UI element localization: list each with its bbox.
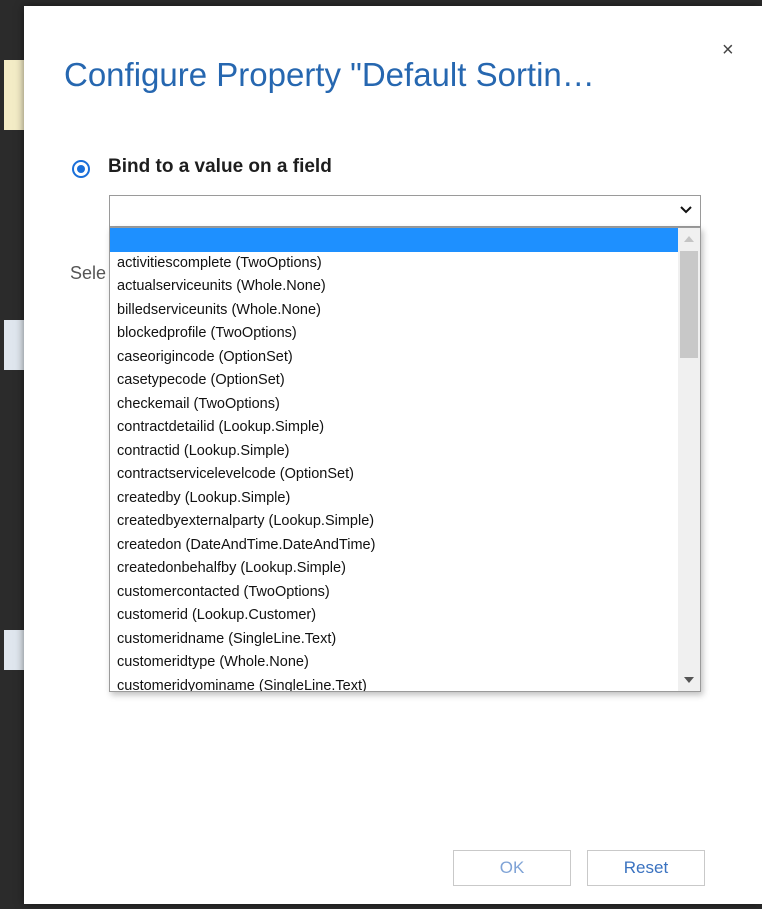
scrollbar-thumb[interactable]	[680, 251, 698, 358]
bind-field-radio[interactable]	[72, 160, 90, 178]
dropdown-option[interactable]: createdonbehalfby (Lookup.Simple)	[110, 557, 678, 581]
dropdown-option[interactable]: activitiescomplete (TwoOptions)	[110, 252, 678, 276]
chevron-down-icon[interactable]	[678, 201, 694, 217]
dropdown-scrollbar[interactable]	[678, 228, 700, 691]
dropdown-option[interactable]: customercontacted (TwoOptions)	[110, 581, 678, 605]
dropdown-option[interactable]: createdbyexternalparty (Lookup.Simple)	[110, 510, 678, 534]
dropdown-option[interactable]: customerid (Lookup.Customer)	[110, 604, 678, 628]
option-list: activitiescomplete (TwoOptions) actualser…	[110, 228, 678, 692]
scroll-up-arrow-icon[interactable]	[684, 236, 694, 242]
field-dropdown-list[interactable]: activitiescomplete (TwoOptions) actualser…	[109, 227, 701, 692]
close-icon[interactable]: ×	[722, 40, 734, 60]
dropdown-option[interactable]: checkemail (TwoOptions)	[110, 393, 678, 417]
dropdown-option[interactable]: customeridtype (Whole.None)	[110, 651, 678, 675]
dropdown-option[interactable]: contractservicelevelcode (OptionSet)	[110, 463, 678, 487]
dropdown-option[interactable]: createdon (DateAndTime.DateAndTime)	[110, 534, 678, 558]
dropdown-option[interactable]: createdby (Lookup.Simple)	[110, 487, 678, 511]
dropdown-option[interactable]: billedserviceunits (Whole.None)	[110, 299, 678, 323]
dropdown-option[interactable]: contractdetailid (Lookup.Simple)	[110, 416, 678, 440]
dropdown-option[interactable]	[110, 228, 678, 252]
ok-button[interactable]: OK	[453, 850, 571, 886]
dropdown-option[interactable]: casetypecode (OptionSet)	[110, 369, 678, 393]
dropdown-option[interactable]: customeridyominame (SingleLine.Text)	[110, 675, 678, 692]
scroll-down-arrow-icon[interactable]	[684, 677, 694, 683]
dropdown-option[interactable]: customeridname (SingleLine.Text)	[110, 628, 678, 652]
bind-field-radio-label[interactable]: Bind to a value on a field	[108, 156, 332, 178]
field-select[interactable]	[109, 195, 701, 227]
dialog-title: Configure Property "Default Sortin…	[64, 56, 595, 93]
obscured-select-label: Sele	[70, 263, 107, 283]
reset-button[interactable]: Reset	[587, 850, 705, 886]
dropdown-option[interactable]: blockedprofile (TwoOptions)	[110, 322, 678, 346]
dropdown-option[interactable]: actualserviceunits (Whole.None)	[110, 275, 678, 299]
dropdown-option[interactable]: caseorigincode (OptionSet)	[110, 346, 678, 370]
dropdown-option[interactable]: contractid (Lookup.Simple)	[110, 440, 678, 464]
